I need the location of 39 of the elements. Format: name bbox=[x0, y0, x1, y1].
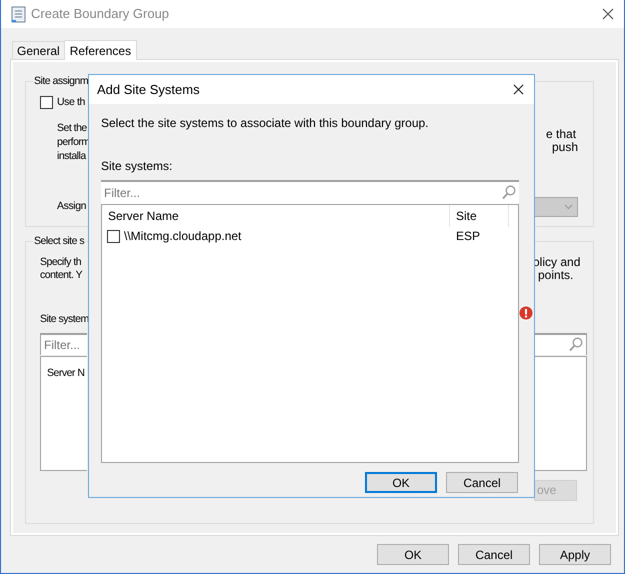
description-text: Set the bbox=[57, 120, 87, 134]
column-header: Server Name bbox=[102, 205, 450, 227]
checkbox[interactable] bbox=[107, 230, 120, 242]
search-icon bbox=[569, 337, 583, 352]
close-icon[interactable] bbox=[602, 8, 614, 20]
filter-field[interactable]: Filter... bbox=[40, 332, 87, 354]
dialog-button[interactable]: Cancel bbox=[446, 472, 518, 493]
window-title: Create Boundary Group bbox=[31, 5, 170, 24]
list-label: Site system bbox=[40, 312, 89, 327]
search-icon bbox=[502, 185, 516, 200]
group-title: Site assignm bbox=[33, 74, 90, 89]
footer-button[interactable]: OK bbox=[377, 544, 449, 565]
checkbox[interactable] bbox=[40, 96, 53, 110]
assign-label: Assign bbox=[57, 198, 88, 214]
tab[interactable]: References bbox=[64, 40, 138, 60]
filter-field[interactable] bbox=[534, 332, 587, 354]
checkbox-label: Use th bbox=[57, 94, 85, 110]
group-title: Select site s bbox=[33, 234, 86, 249]
footer-button[interactable]: Apply bbox=[539, 544, 611, 565]
description-text: Specify th bbox=[40, 256, 82, 269]
footer-button[interactable]: Cancel bbox=[458, 544, 530, 565]
dialog-title: Add Site Systems bbox=[97, 80, 200, 99]
description-text: push bbox=[552, 140, 578, 154]
instruction-text: Select the site systems to associate with this boundary group. bbox=[101, 115, 428, 132]
close-icon[interactable] bbox=[513, 84, 524, 95]
table-cell-text: \\Mitcmg.cloudapp.net bbox=[124, 228, 242, 245]
dialog-button[interactable]: OK bbox=[365, 472, 437, 493]
description-text: e that bbox=[546, 128, 576, 140]
description-text: points. bbox=[538, 268, 574, 282]
window-icon bbox=[11, 6, 26, 22]
list-label: Site systems: bbox=[101, 158, 172, 175]
description-text: content. Y bbox=[40, 268, 82, 282]
column-header: Site bbox=[450, 205, 509, 227]
column-header: Server N bbox=[47, 366, 84, 378]
tab[interactable]: General bbox=[12, 41, 64, 59]
description-text: installa bbox=[57, 148, 86, 162]
filter-field[interactable]: Filter... bbox=[101, 180, 519, 204]
table-cell-text: ESP bbox=[455, 228, 480, 245]
chevron-icon bbox=[564, 204, 573, 210]
